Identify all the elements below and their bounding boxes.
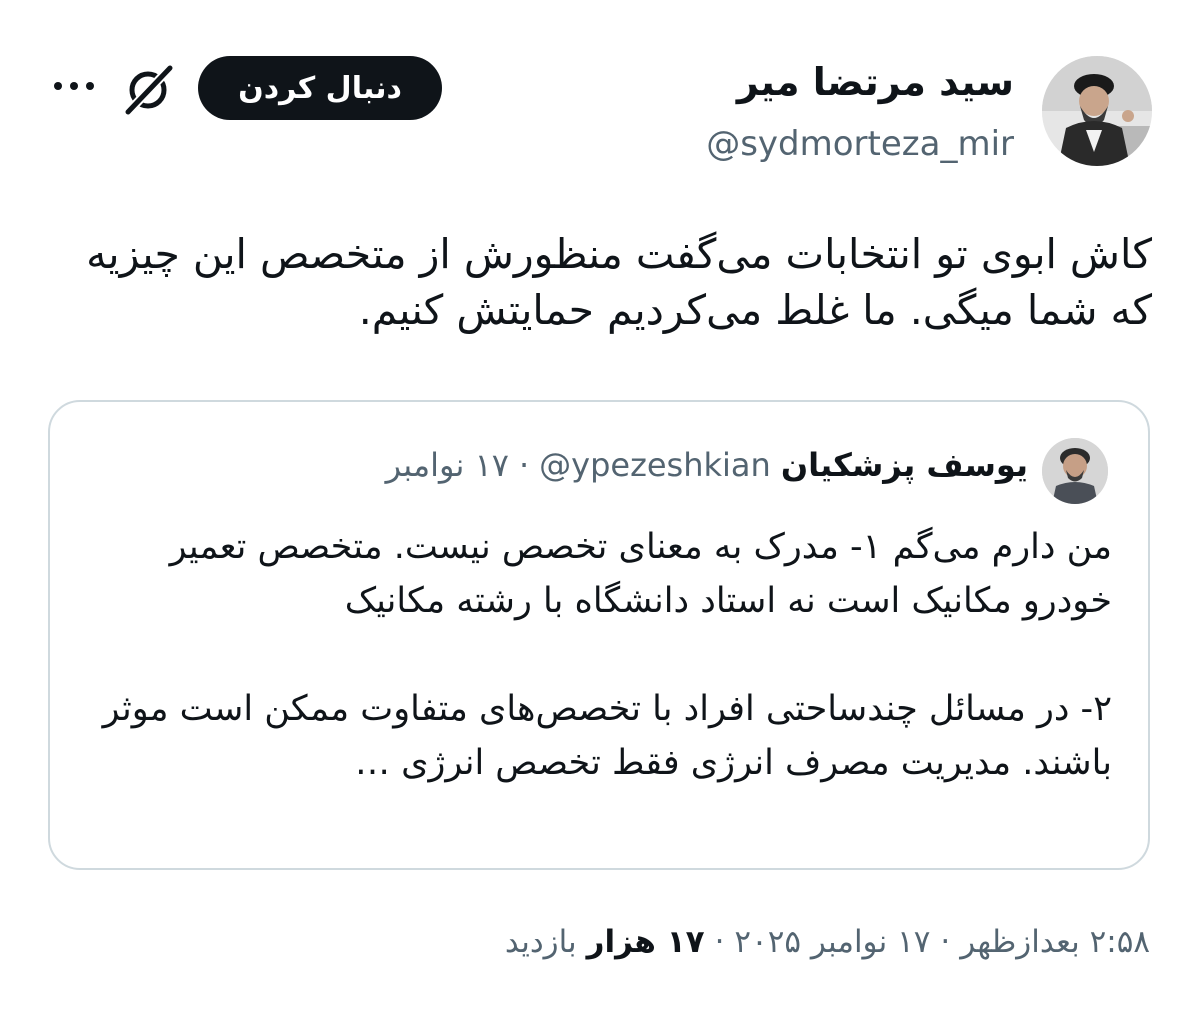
quoted-tweet-text: من دارم می‌گم ۱- مدرک به معنای تخصص نیست…: [102, 527, 1112, 783]
tweet: سید مرتضا میر @sydmorteza_mir دنبال کردن…: [0, 0, 1200, 1010]
quoted-tweet-card[interactable]: یوسف پزشکیان @ypezeshkian · ۱۷ نوامبر من…: [48, 400, 1150, 870]
quoted-avatar-image: [1042, 438, 1108, 504]
more-icon-glyph: [54, 82, 94, 90]
author-handle[interactable]: @sydmorteza_mir: [706, 124, 1014, 164]
views-count: ۱۷ هزار: [586, 924, 705, 960]
views-label: بازدید: [504, 924, 577, 960]
author-avatar-image: [1042, 56, 1152, 166]
separator-dot: ·: [714, 924, 725, 960]
tweet-time[interactable]: ۲:۵۸ بعدازظهر: [960, 924, 1150, 960]
author-avatar[interactable]: [1042, 56, 1152, 166]
grok-icon-glyph: [125, 65, 173, 115]
quoted-tweet-header: یوسف پزشکیان @ypezeshkian · ۱۷ نوامبر: [386, 446, 1028, 484]
quoted-author-handle[interactable]: @ypezeshkian: [539, 446, 771, 484]
follow-button[interactable]: دنبال کردن: [198, 56, 442, 120]
quoted-author-name[interactable]: یوسف پزشکیان: [781, 446, 1028, 484]
grok-icon[interactable]: [120, 62, 176, 118]
separator-dot: ·: [940, 924, 951, 960]
tweet-date[interactable]: ۱۷ نوامبر ۲۰۲۵: [734, 924, 930, 960]
quoted-tweet-date[interactable]: ۱۷ نوامبر: [386, 446, 509, 484]
author-name[interactable]: سید مرتضا میر: [737, 60, 1014, 104]
more-icon[interactable]: [50, 66, 98, 106]
tweet-text: کاش ابوی تو انتخابات می‌گفت منظورش از مت…: [86, 230, 1152, 334]
separator-dot: ·: [518, 446, 530, 484]
quoted-author-avatar[interactable]: [1042, 438, 1108, 504]
tweet-meta: ۲:۵۸ بعدازظهر · ۱۷ نوامبر ۲۰۲۵ · ۱۷ هزار…: [505, 924, 1150, 960]
